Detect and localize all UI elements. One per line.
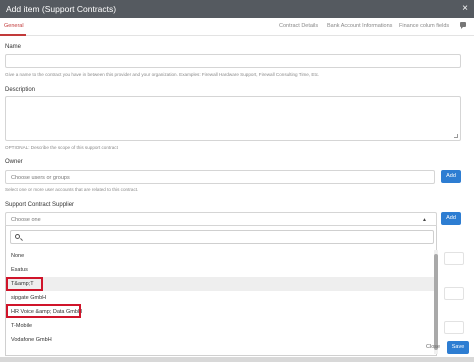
dropdown-search-input[interactable] (10, 230, 434, 244)
description-label: Description (5, 87, 36, 93)
option-t-mobile[interactable]: T-Mobile (7, 319, 437, 333)
dialog-title: Add item (Support Contracts) (6, 4, 117, 14)
owner-help: Select one or more user accounts that ar… (5, 187, 139, 192)
tab-finance[interactable]: Finance colum fields (399, 23, 449, 29)
description-help: OPTIONAL: Describe the scope of this sup… (5, 145, 118, 150)
bottom-bar (0, 357, 474, 362)
name-label: Name (5, 44, 22, 50)
tab-bank-account[interactable]: Bank Account Informations (327, 23, 392, 29)
tab-general[interactable]: General (4, 23, 24, 29)
option-none[interactable]: None (7, 249, 437, 263)
annotation-highlight-t-and-t (6, 277, 43, 291)
search-icon (15, 234, 20, 239)
side-button-2[interactable] (444, 287, 464, 300)
side-button-3[interactable] (444, 321, 464, 334)
owner-placeholder: Choose users or groups (11, 175, 70, 181)
side-button-1[interactable] (444, 252, 464, 265)
supplier-select[interactable]: Choose one ▲ (5, 212, 437, 226)
owner-select[interactable]: Choose users or groups (5, 170, 435, 184)
supplier-label: Support Contract Supplier (5, 202, 75, 208)
name-help: Give a name to the contract you have in … (5, 72, 320, 77)
active-tab-indicator (0, 34, 26, 36)
owner-add-button[interactable]: Add (441, 170, 461, 183)
annotation-highlight-hr-voice (6, 304, 81, 318)
close-icon[interactable]: × (462, 3, 468, 14)
comment-icon[interactable] (460, 22, 466, 29)
supplier-placeholder: Choose one (11, 217, 41, 223)
owner-label: Owner (5, 159, 23, 165)
supplier-add-button[interactable]: Add (441, 212, 461, 225)
resize-handle[interactable] (454, 134, 458, 138)
dialog-header: Add item (Support Contracts) × (0, 0, 474, 18)
save-button[interactable]: Save (447, 341, 469, 354)
option-sipgate[interactable]: sipgate GmbH (7, 291, 437, 305)
name-input[interactable] (5, 54, 461, 68)
tab-contract-details[interactable]: Contract Details (279, 23, 318, 29)
description-textarea[interactable] (5, 96, 461, 141)
supplier-dropdown: None Esatus T&amp;T sipgate GmbH HR Voic… (5, 226, 438, 356)
option-t-and-t[interactable]: T&amp;T (7, 277, 437, 291)
option-vodafone[interactable]: Vodafone GmbH (7, 333, 437, 347)
chevron-up-icon: ▲ (422, 217, 427, 223)
tab-bar: General Contract Details Bank Account In… (0, 18, 474, 36)
close-button[interactable]: Close (426, 344, 440, 350)
option-esatus[interactable]: Esatus (7, 263, 437, 277)
